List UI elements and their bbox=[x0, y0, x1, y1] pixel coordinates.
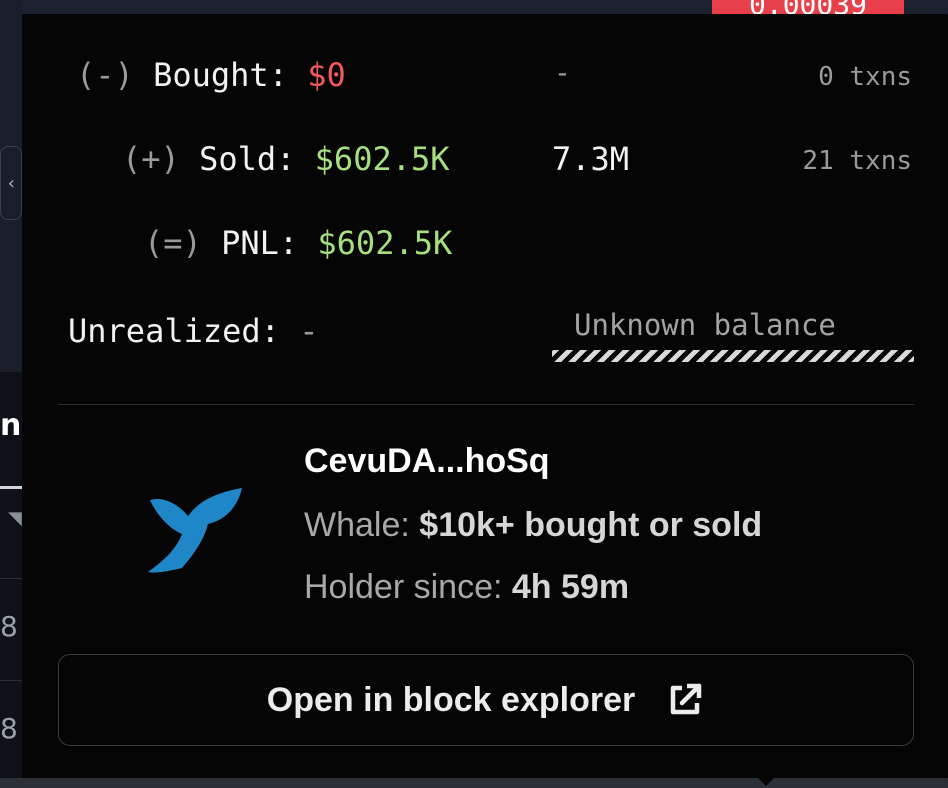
chevron-left-icon: ‹ bbox=[7, 172, 15, 194]
bg-row-divider bbox=[0, 680, 22, 681]
bg-collapse-handle[interactable]: ‹ bbox=[0, 146, 22, 220]
pnl-row: (=) PNL: $602.5K bbox=[144, 224, 452, 264]
holder-since: Holder since: 4h 59m bbox=[304, 568, 629, 607]
chevron-down-icon: ◥ bbox=[8, 508, 22, 529]
bg-row-divider bbox=[0, 578, 22, 579]
open-block-explorer-button[interactable]: Open in block explorer bbox=[58, 654, 914, 746]
whale-value: $10k+ bought or sold bbox=[419, 506, 763, 544]
sold-amount: $602.5K bbox=[314, 140, 450, 178]
external-link-icon bbox=[670, 683, 702, 715]
bg-tab-letter: n bbox=[0, 408, 22, 443]
bought-amount: $0 bbox=[307, 56, 346, 94]
bg-bottom-bar bbox=[0, 778, 948, 788]
unrealized-row: Unrealized: - bbox=[68, 312, 318, 352]
sold-txns: 21 txns bbox=[802, 146, 912, 176]
trader-popover: (-) Bought: $0 - 0 txns (+) Sold: $602.5… bbox=[22, 14, 948, 778]
section-divider bbox=[58, 404, 914, 405]
wallet-address[interactable]: CevuDA...hoSq bbox=[304, 442, 550, 481]
sold-label: Sold: bbox=[199, 140, 296, 178]
sold-sign: (+) bbox=[122, 140, 180, 178]
holder-since-value: 4h 59m bbox=[511, 568, 630, 606]
bg-row-value: 8 bbox=[0, 610, 18, 643]
whale-status: Whale: $10k+ bought or sold bbox=[304, 506, 762, 545]
bought-txns: 0 txns bbox=[818, 62, 912, 92]
pnl-amount: $602.5K bbox=[317, 224, 453, 262]
bg-price-badge: 0.00039 bbox=[712, 0, 904, 14]
whale-label: Whale: bbox=[304, 506, 410, 544]
pnl-label: PNL: bbox=[221, 224, 299, 262]
bought-tokens: - bbox=[554, 56, 571, 89]
bought-sign: (-) bbox=[76, 56, 134, 94]
unrealized-value: - bbox=[299, 312, 319, 350]
bought-label: Bought: bbox=[153, 56, 288, 94]
open-block-explorer-label: Open in block explorer bbox=[266, 680, 636, 719]
pnl-sign: (=) bbox=[144, 224, 202, 262]
popover-pointer bbox=[756, 776, 776, 786]
bg-row-value: 8 bbox=[0, 712, 18, 745]
bought-row: (-) Bought: $0 bbox=[76, 56, 346, 96]
sold-tokens: 7.3M bbox=[552, 140, 630, 178]
holder-since-label: Holder since: bbox=[304, 568, 503, 606]
unknown-balance-bar bbox=[552, 350, 914, 362]
unknown-balance-note: Unknown balance bbox=[574, 308, 836, 342]
whale-tail-icon bbox=[148, 488, 242, 573]
sold-row: (+) Sold: $602.5K bbox=[122, 140, 450, 180]
bg-active-tab-underline bbox=[0, 486, 22, 489]
unrealized-label: Unrealized: bbox=[68, 312, 280, 350]
